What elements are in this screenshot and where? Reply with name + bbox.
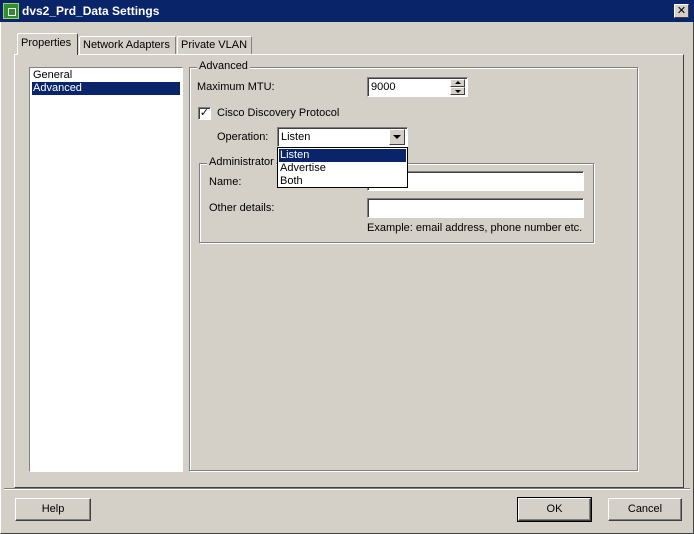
advanced-group-label: Advanced [197, 60, 250, 72]
vsphere-switch-icon [3, 3, 19, 19]
administrator-group-label: Administrator [207, 156, 276, 168]
operation-dropdown-list[interactable]: Listen Advertise Both [277, 147, 408, 188]
advanced-group [189, 67, 638, 471]
cdp-checkbox[interactable]: ✓ [198, 107, 211, 120]
mtu-decrement-button[interactable] [450, 87, 465, 95]
tab-label: Network Adapters [83, 39, 170, 51]
tab-properties[interactable]: Properties [17, 33, 78, 55]
other-details-label: Other details: [209, 202, 275, 214]
operation-option-listen[interactable]: Listen [279, 149, 406, 162]
ok-button[interactable]: OK [517, 497, 592, 522]
tab-label: Private VLAN [181, 39, 248, 51]
help-button[interactable]: Help [15, 498, 91, 521]
cancel-button[interactable]: Cancel [608, 498, 682, 521]
mtu-spinner[interactable]: 9000 [367, 77, 468, 97]
mtu-increment-button[interactable] [450, 79, 465, 87]
mtu-value: 9000 [371, 81, 396, 93]
operation-selected-value: Listen [281, 131, 311, 143]
cdp-label[interactable]: Cisco Discovery Protocol [217, 107, 339, 119]
list-item-label: General [33, 69, 73, 81]
close-icon: ✕ [676, 4, 687, 17]
contact-hint: Example: email address, phone number etc… [367, 222, 583, 234]
operation-select[interactable]: Listen [277, 127, 408, 147]
list-item-general[interactable]: General [32, 69, 180, 82]
checkmark-icon: ✓ [199, 106, 210, 119]
operation-option-both[interactable]: Both [279, 175, 406, 188]
mtu-label: Maximum MTU: [197, 81, 275, 93]
arrow-up-icon [455, 81, 461, 84]
operation-dropdown-button[interactable] [389, 129, 405, 145]
list-item-label: Advanced [33, 82, 82, 94]
close-button[interactable]: ✕ [674, 4, 689, 18]
operation-option-advertise[interactable]: Advertise [279, 162, 406, 175]
name-label: Name: [209, 176, 242, 188]
separator [4, 488, 690, 490]
chevron-down-icon [393, 135, 401, 139]
tab-network-adapters[interactable]: Network Adapters [79, 36, 176, 55]
tab-label: Properties [21, 37, 72, 49]
window-title: dvs2_Prd_Data Settings [22, 4, 160, 18]
operation-label: Operation: [217, 131, 269, 143]
arrow-down-icon [455, 90, 461, 93]
list-item-advanced[interactable]: Advanced [32, 82, 180, 95]
settings-category-list[interactable]: General Advanced [29, 67, 183, 472]
tab-private-vlan[interactable]: Private VLAN [177, 36, 252, 55]
title-bar[interactable]: dvs2_Prd_Data Settings ✕ [0, 0, 694, 22]
other-details-field[interactable] [367, 198, 584, 218]
